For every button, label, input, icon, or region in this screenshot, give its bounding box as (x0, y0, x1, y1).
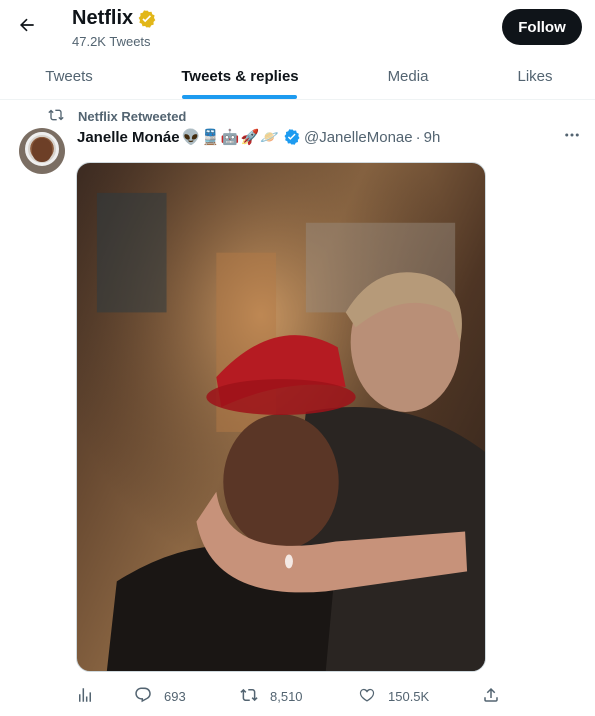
tab-tweets-and-replies[interactable]: Tweets & replies (160, 54, 320, 99)
blue-verified-icon (279, 128, 304, 146)
share-button[interactable] (482, 684, 512, 708)
analytics-icon (76, 686, 106, 707)
retweet-button[interactable]: 8,510 (240, 684, 303, 708)
tweet-photo[interactable] (76, 162, 486, 672)
retweet-count: 8,510 (270, 688, 303, 704)
train-icon: 🚆 (201, 128, 220, 146)
tweet-count: 47.2K Tweets (72, 34, 151, 49)
profile-header: Netflix 47.2K Tweets Follow (0, 0, 595, 53)
ringed-planet-icon: 🪐 (260, 128, 279, 146)
robot-icon: 🤖 (220, 128, 240, 146)
author-emojis: 👽 🚆 🤖 🚀 🪐 (182, 130, 279, 145)
like-count: 150.5K (388, 688, 430, 704)
gold-verified-icon (137, 9, 157, 29)
separator-dot: · (415, 128, 421, 146)
tweet-actions: 693 8,510 150.5K (76, 684, 506, 708)
heart-icon (358, 686, 388, 707)
like-button[interactable]: 150.5K (358, 684, 429, 708)
active-tab-indicator (182, 95, 297, 99)
tab-media[interactable]: Media (350, 54, 466, 99)
author-name[interactable]: Janelle Monáe (77, 129, 180, 146)
more-options-button[interactable] (562, 130, 582, 144)
author-avatar[interactable] (19, 128, 65, 174)
follow-button[interactable]: Follow (502, 9, 582, 45)
profile-tabs: Tweets Tweets & replies Media Likes (0, 54, 595, 100)
share-icon (482, 686, 512, 707)
reply-count: 693 (164, 688, 186, 704)
tab-tweets[interactable]: Tweets (0, 54, 138, 99)
author-handle[interactable]: @JanelleMonae (304, 129, 413, 146)
photo-illustration (77, 163, 485, 671)
arrow-left-icon (17, 15, 37, 40)
profile-name: Netflix (72, 7, 157, 30)
tweet-time[interactable]: 9h (424, 129, 441, 146)
tweet-header: Janelle Monáe 👽 🚆 🤖 🚀 🪐 @JanelleMonae · … (77, 127, 440, 147)
analytics-button[interactable] (76, 684, 106, 708)
more-icon (563, 126, 581, 149)
retweet-context[interactable]: Netflix Retweeted (48, 108, 186, 124)
back-button[interactable] (10, 10, 44, 44)
retweet-action-icon (240, 686, 270, 707)
reply-button[interactable]: 693 (134, 684, 186, 708)
alien-icon: 👽 (181, 128, 201, 146)
reply-icon (134, 686, 164, 707)
retweet-icon (48, 107, 78, 126)
avatar-helmet-visor (25, 132, 59, 166)
profile-name-text: Netflix (72, 7, 134, 29)
rocket-icon: 🚀 (240, 128, 260, 146)
retweet-context-text: Netflix Retweeted (78, 108, 187, 124)
tab-likes[interactable]: Likes (480, 54, 590, 99)
